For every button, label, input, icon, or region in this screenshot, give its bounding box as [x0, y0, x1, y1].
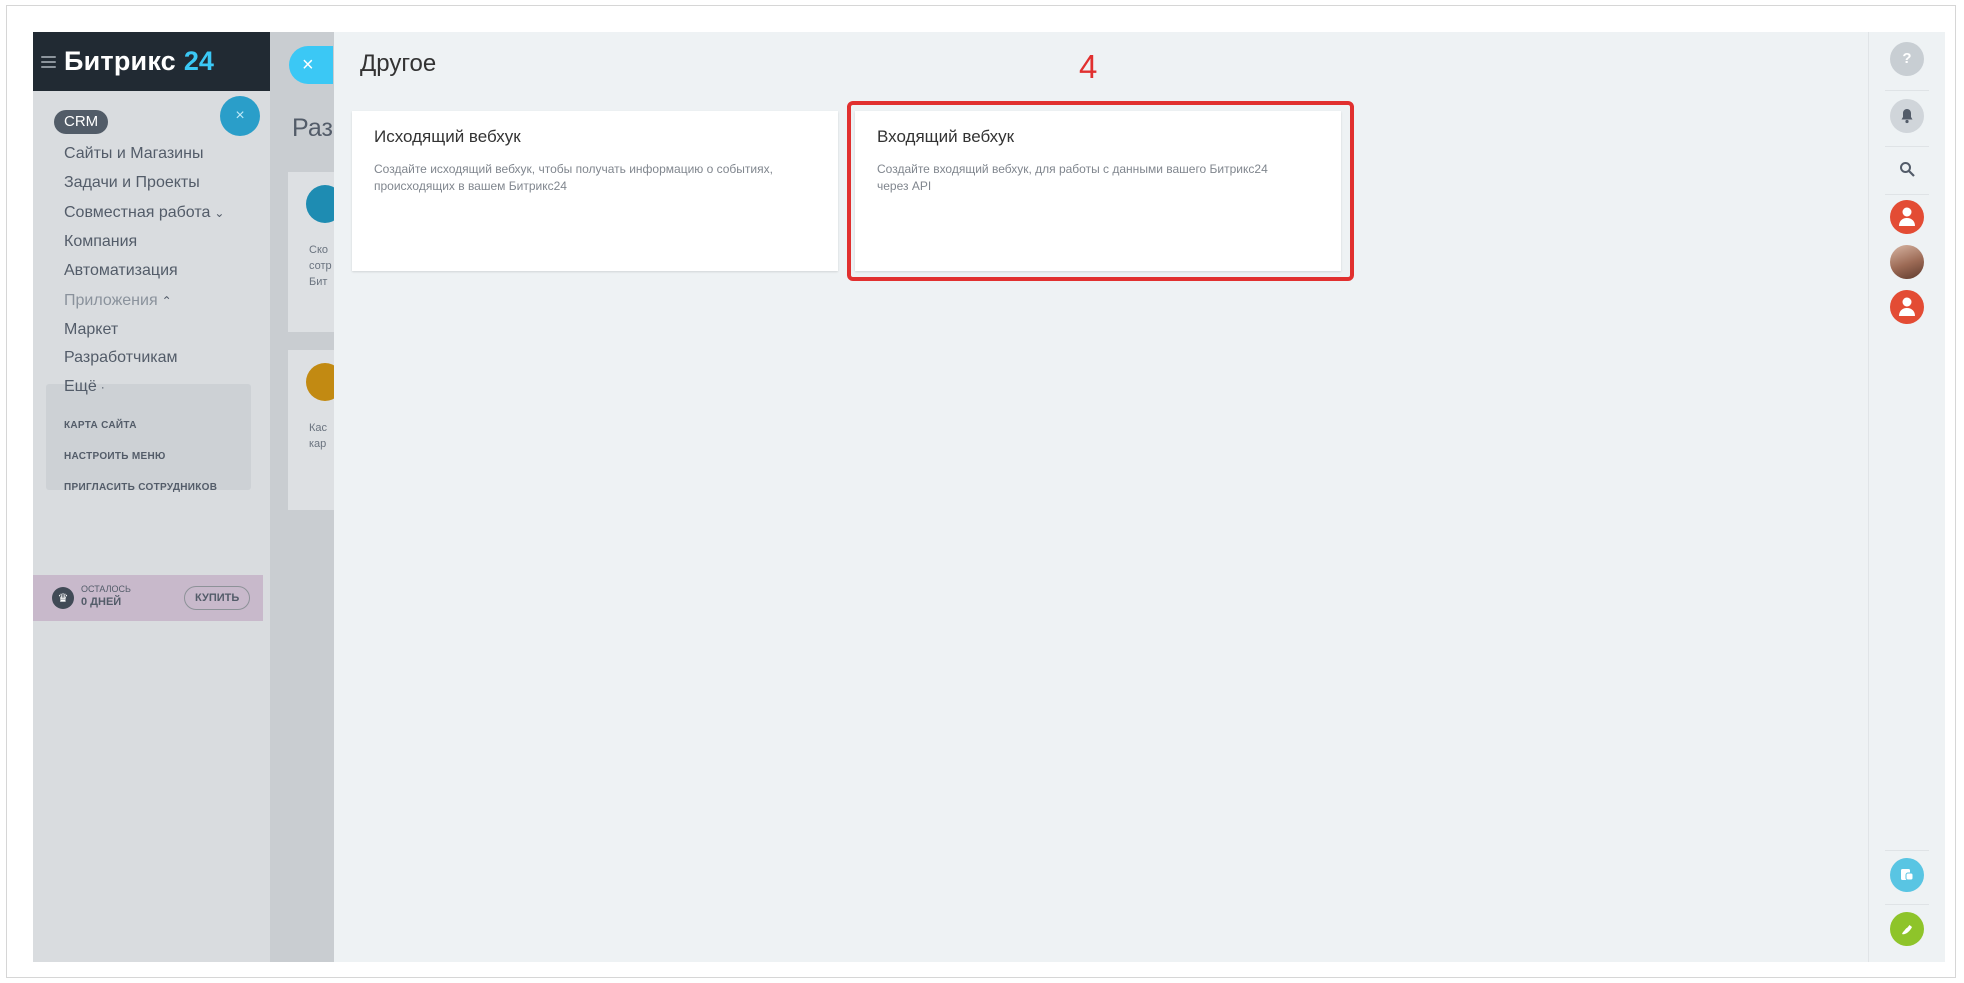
menu-item-sites[interactable]: Сайты и Магазины: [64, 145, 203, 163]
menu-item-label: Разработчикам: [64, 349, 178, 366]
menu-item-label: Компания: [64, 233, 138, 250]
menu-item-applications[interactable]: Приложения ⌃: [64, 292, 172, 310]
menu-item-label: Автоматизация: [64, 262, 178, 279]
crown-icon: ♛: [52, 587, 74, 609]
chevron-down-icon: ⌄: [214, 206, 225, 220]
divider: [1885, 90, 1929, 91]
submenu-applications-bg: [46, 384, 251, 490]
menu-item-market[interactable]: Маркет: [64, 321, 118, 339]
step-annotation: 4: [1079, 48, 1098, 85]
underlying-page-title: Раз: [292, 114, 333, 142]
chat-icon[interactable]: [1890, 858, 1924, 892]
logo-text[interactable]: Битрикс: [64, 46, 176, 77]
trial-remaining-label: ОСТАЛОСЬ: [81, 584, 131, 594]
help-icon[interactable]: ?: [1890, 42, 1924, 76]
trial-days-value: 0 ДНЕЙ: [81, 596, 122, 608]
menu-item-developers[interactable]: Разработчикам: [64, 349, 178, 367]
right-bar: ?: [1868, 32, 1945, 962]
logo-number[interactable]: 24: [184, 46, 214, 77]
underlying-card-text: Кас кар: [309, 420, 327, 452]
underlying-card: Ско сотр Бит: [288, 172, 344, 332]
left-menu: Битрикс 24 CRM Сайты и Магазины Задачи и…: [33, 32, 270, 962]
menu-item-label: Сайты и Магазины: [64, 145, 204, 162]
text-line: Ско: [309, 244, 328, 256]
underlying-card-text: Ско сотр Бит: [309, 242, 332, 290]
text-line: кар: [309, 438, 327, 450]
search-icon[interactable]: [1890, 152, 1924, 186]
highlight-frame: [847, 101, 1354, 281]
menu-item-automation[interactable]: Автоматизация: [64, 262, 178, 280]
user-avatar-icon[interactable]: [1890, 290, 1924, 324]
slider-close-button[interactable]: ×: [289, 46, 333, 84]
burger-menu-icon[interactable]: [41, 55, 56, 68]
text-line: сотр: [309, 260, 332, 272]
logo-bar: Битрикс 24: [33, 32, 270, 91]
buy-button[interactable]: КУПИТЬ: [184, 586, 251, 610]
link-configure-menu[interactable]: НАСТРОИТЬ МЕНЮ: [64, 451, 166, 462]
divider: [1885, 194, 1929, 195]
menu-item-label: Ещё: [64, 378, 97, 395]
bell-icon[interactable]: [1890, 99, 1924, 133]
card-title: Исходящий вебхук: [374, 127, 521, 146]
slider-title: Другое: [360, 50, 437, 77]
text-line: Кас: [309, 422, 328, 434]
app-window: Битрикс 24 CRM Сайты и Магазины Задачи и…: [33, 32, 1945, 962]
divider: [1885, 146, 1929, 147]
phone-icon[interactable]: [1890, 912, 1924, 946]
desc-line: происходящих в вашем Битрикс24: [374, 179, 567, 193]
menu-item-more[interactable]: Ещё ·: [64, 378, 105, 396]
menu-item-label: Совместная работа: [64, 204, 211, 221]
screenshot-frame: Битрикс 24 CRM Сайты и Магазины Задачи и…: [6, 5, 1956, 978]
trial-banner: ♛ ОСТАЛОСЬ 0 ДНЕЙ КУПИТЬ: [33, 575, 263, 621]
link-invite-employees[interactable]: ПРИГЛАСИТЬ СОТРУДНИКОВ: [64, 482, 217, 493]
user-avatar-icon[interactable]: [1890, 200, 1924, 234]
user-photo-avatar[interactable]: [1890, 245, 1924, 279]
menu-item-crm[interactable]: CRM: [54, 110, 109, 134]
link-sitemap[interactable]: КАРТА САЙТА: [64, 420, 137, 431]
slider-panel: Другое 4 Исходящий вебхук Создайте исход…: [334, 32, 1868, 962]
menu-item-tasks[interactable]: Задачи и Проекты: [64, 174, 200, 192]
chevron-up-icon: ⌃: [161, 294, 172, 308]
close-bubble-icon[interactable]: ×: [220, 96, 260, 136]
menu-item-label: Приложения: [64, 292, 158, 309]
text-line: Бит: [309, 276, 328, 288]
menu-item-collaboration[interactable]: Совместная работа ⌄: [64, 204, 224, 222]
chevron-more-icon: ·: [100, 380, 105, 394]
divider: [1885, 850, 1929, 851]
card-description: Создайте исходящий вебхук, чтобы получат…: [374, 161, 816, 195]
divider: [1885, 904, 1929, 905]
underlying-page: Раз Ско сотр Бит Кас кар: [270, 32, 344, 962]
menu-item-label: Маркет: [64, 321, 119, 338]
card-outgoing-webhook[interactable]: Исходящий вебхук Создайте исходящий вебх…: [352, 111, 838, 271]
menu-item-label: Задачи и Проекты: [64, 174, 200, 191]
desc-line: Создайте исходящий вебхук, чтобы получат…: [374, 162, 773, 176]
menu-item-company[interactable]: Компания: [64, 233, 137, 251]
underlying-card: Кас кар: [288, 350, 344, 510]
